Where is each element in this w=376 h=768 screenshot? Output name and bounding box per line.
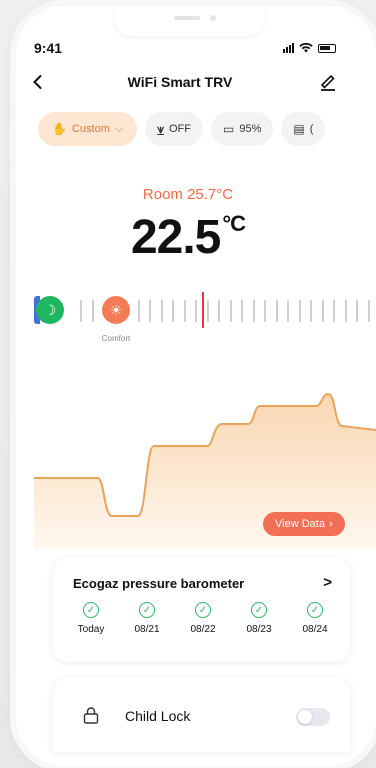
chip-window-open[interactable]: ⩛ OFF xyxy=(145,112,203,146)
child-lock-card: Child Lock xyxy=(53,678,350,752)
ruler-tick xyxy=(149,300,151,322)
barometer-card[interactable]: Ecogaz pressure barometer > ✓ Today ✓ 08… xyxy=(53,558,350,662)
status-icons xyxy=(283,43,336,53)
wifi-icon xyxy=(299,43,313,53)
set-temperature-value: 22.5°C xyxy=(130,211,246,264)
day-label: Today xyxy=(77,624,105,635)
hand-icon: ✋ xyxy=(52,122,67,136)
barometer-day[interactable]: ✓ 08/21 xyxy=(123,602,171,635)
ruler-tick xyxy=(218,300,220,322)
ruler-tick xyxy=(207,300,209,322)
speaker-grill xyxy=(174,16,200,20)
ruler-tick xyxy=(322,300,324,322)
ruler-tick xyxy=(195,300,197,322)
chevron-down-icon: ⌵ xyxy=(114,122,124,135)
edit-pencil-icon[interactable] xyxy=(318,72,338,92)
ruler-tick xyxy=(368,300,370,322)
check-circle-icon: ✓ xyxy=(139,602,155,618)
day-label: 08/22 xyxy=(190,624,216,635)
barometer-day[interactable]: ✓ 08/22 xyxy=(179,602,227,635)
day-label: 08/24 xyxy=(302,624,328,635)
check-circle-icon: ✓ xyxy=(251,602,267,618)
ruler-tick xyxy=(80,300,82,322)
status-bar: 9:41 xyxy=(0,40,360,60)
chevron-right-icon[interactable]: > xyxy=(323,574,332,591)
mode-chip-row: ✋ Custom ⌵ ⩛ OFF ▭ 95% ▤ ( xyxy=(38,112,360,146)
chip-custom-mode[interactable]: ✋ Custom ⌵ xyxy=(38,112,138,146)
signal-icon xyxy=(283,43,294,53)
barometer-days: ✓ Today ✓ 08/21 ✓ 08/22 ✓ 08/23 ✓ 08/24 xyxy=(67,602,339,635)
status-time: 9:41 xyxy=(34,40,63,56)
ruler-tick xyxy=(184,300,186,322)
set-temperature-display: 22.5°C xyxy=(0,210,376,265)
ruler-tick xyxy=(287,300,289,322)
chip-label: Custom xyxy=(71,123,110,135)
ruler-tick xyxy=(161,300,163,322)
check-circle-icon: ✓ xyxy=(307,602,323,618)
ruler-tick xyxy=(253,300,255,322)
day-label: 08/23 xyxy=(246,624,272,635)
ruler-tick xyxy=(345,300,347,322)
ruler-tick xyxy=(299,300,301,322)
check-circle-icon: ✓ xyxy=(195,602,211,618)
child-lock-label: Child Lock xyxy=(125,708,191,724)
page-title: WiFi Smart TRV xyxy=(127,74,233,90)
chevron-right-icon: › xyxy=(328,518,333,530)
barometer-day[interactable]: ✓ 08/24 xyxy=(291,602,339,635)
ruler-tick xyxy=(333,300,335,322)
ruler-tick xyxy=(92,300,94,322)
view-data-label: View Data xyxy=(275,518,325,530)
ruler-tick xyxy=(264,300,266,322)
ruler-tick xyxy=(356,300,358,322)
room-temperature: Room 25.7°C xyxy=(142,186,234,203)
window-icon: ⩛ xyxy=(157,121,164,136)
set-temp-number: 22.5 xyxy=(130,211,221,264)
barometer-title: Ecogaz pressure barometer xyxy=(73,576,245,591)
ruler-tick xyxy=(138,300,140,322)
battery-status-icon xyxy=(318,43,336,53)
front-camera xyxy=(210,15,216,21)
chip-label: OFF xyxy=(168,123,191,135)
toggle-knob xyxy=(298,710,312,724)
chip-schedule[interactable]: ▤ ( xyxy=(281,112,326,146)
view-data-button[interactable]: View Data › xyxy=(263,512,345,536)
check-circle-icon: ✓ xyxy=(83,602,99,618)
ruler-tick xyxy=(276,300,278,322)
barometer-day[interactable]: ✓ Today xyxy=(67,602,115,635)
day-label: 08/21 xyxy=(134,624,160,635)
calendar-icon: ▤ xyxy=(293,122,305,136)
ruler-tick xyxy=(310,300,312,322)
chip-label: 95% xyxy=(239,123,262,135)
temp-unit: °C xyxy=(222,211,246,236)
battery-icon: ▭ xyxy=(222,122,235,136)
sun-icon[interactable]: ☀ xyxy=(102,296,130,324)
ruler-tick xyxy=(241,300,243,322)
lock-icon xyxy=(83,707,99,724)
nav-bar: WiFi Smart TRV xyxy=(0,70,360,96)
comfort-preset-label: Comfort xyxy=(101,334,131,343)
ruler-tick xyxy=(172,300,174,322)
moon-icon[interactable]: ☽ xyxy=(36,296,64,324)
child-lock-toggle[interactable] xyxy=(296,708,330,726)
chip-battery[interactable]: ▭ 95% xyxy=(210,112,274,146)
current-setpoint-marker[interactable] xyxy=(202,292,204,328)
barometer-day[interactable]: ✓ 08/23 xyxy=(235,602,283,635)
chip-label: ( xyxy=(309,123,314,135)
phone-notch xyxy=(114,6,264,36)
ruler-tick xyxy=(230,300,232,322)
